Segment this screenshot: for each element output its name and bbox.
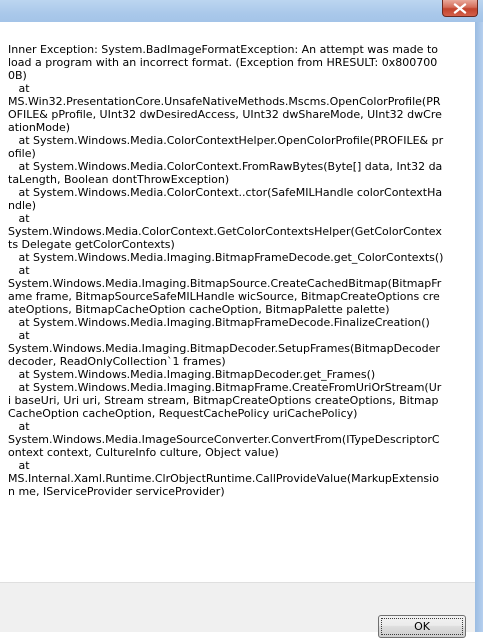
window-right-border: [475, 22, 483, 632]
dialog-footer: OK: [0, 582, 475, 638]
close-button[interactable]: [442, 0, 478, 17]
close-x-icon: [453, 2, 467, 14]
title-bar[interactable]: [0, 0, 483, 22]
error-dialog-window: Inner Exception: System.BadImageFormatEx…: [0, 0, 483, 638]
dialog-client-area: Inner Exception: System.BadImageFormatEx…: [0, 22, 475, 638]
exception-message: Inner Exception: System.BadImageFormatEx…: [8, 43, 444, 498]
ok-button-label: OK: [381, 618, 463, 635]
ok-button[interactable]: OK: [378, 615, 466, 638]
